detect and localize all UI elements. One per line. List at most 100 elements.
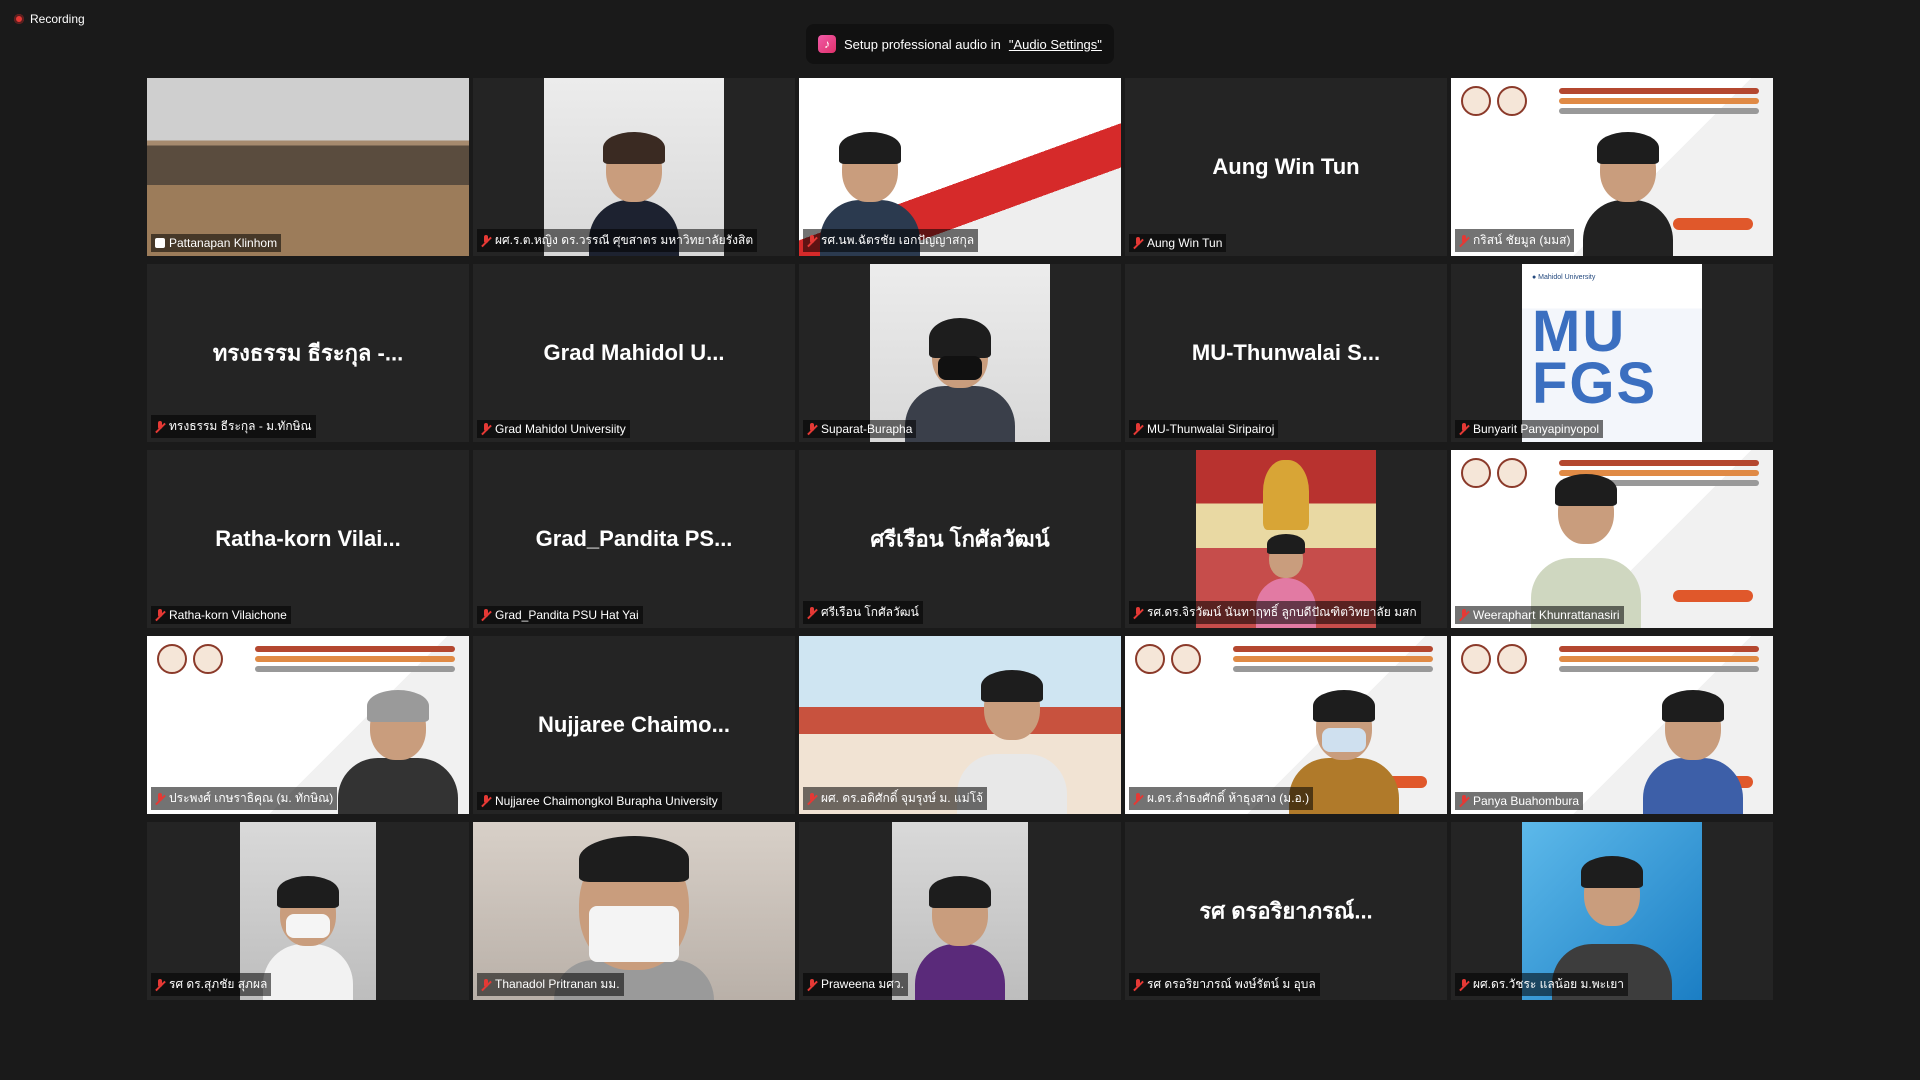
participant-tile[interactable]: Thanadol Pritranan มม. xyxy=(473,822,795,1000)
participant-name: Pattanapan Klinhom xyxy=(169,236,278,250)
participant-name-tag: ผศ. ดร.อดิศักดิ์ จุมรุงษ์ ม. แม่โจ้ xyxy=(803,787,988,810)
participant-name-tag: Thanadol Pritranan มม. xyxy=(477,973,624,996)
mic-muted-icon xyxy=(481,423,491,435)
participant-name: ผศ.ดร.วัชระ แลน้อย ม.พะเยา xyxy=(1473,977,1624,991)
participant-display-name: Ratha-korn Vilai... xyxy=(215,526,401,551)
slide-heading xyxy=(255,646,455,652)
banner-text: Setup professional audio in xyxy=(844,36,1001,52)
participant-tile[interactable]: ● Mahidol University MU FGS Bunyarit Pany… xyxy=(1451,264,1773,442)
slide-url-pill xyxy=(1673,218,1753,230)
record-icon xyxy=(14,14,24,24)
participant-name: กริสน์ ชัยมูล (มมส) xyxy=(1473,233,1571,247)
mic-muted-icon xyxy=(807,792,817,805)
participant-name-tag: รศ ดรอริยาภรณ์ พงษ์รัตน์ ม อุบล xyxy=(1129,973,1320,996)
person-silhouette xyxy=(1642,690,1743,814)
mic-muted-icon xyxy=(1133,606,1143,619)
person-silhouette xyxy=(1583,132,1674,256)
participant-tile[interactable]: ศรีเรือน โกศัลวัฒน์ ศรีเรือน โกศัลวัฒน์ xyxy=(799,450,1121,628)
participant-name-tag: Suparat-Burapha xyxy=(803,420,917,438)
participant-name-tag: ผ.ดร.ลำธงศักดิ์ ห้าธุงสาง (ม.อ.) xyxy=(1129,787,1314,810)
mic-muted-icon xyxy=(1459,423,1469,435)
participant-video xyxy=(1451,636,1773,814)
slide-heading xyxy=(1559,460,1759,466)
participant-tile[interactable]: ประพงศ์ เกษราธิคุณ (ม. ทักษิณ) xyxy=(147,636,469,814)
participant-tile[interactable]: Panya Buahombura xyxy=(1451,636,1773,814)
mic-muted-icon xyxy=(155,978,165,991)
participant-display-name: ทรงธรรม ธีระกุล -... xyxy=(212,340,404,366)
participant-name-tag: Nujjaree Chaimongkol Burapha University xyxy=(477,792,722,810)
participant-tile[interactable]: ผศ.ร.ต.หญิง ดร.วรรณี ศุขสาตร มหาวิทยาลัย… xyxy=(473,78,795,256)
participant-tile[interactable]: Nujjaree Chaimo... Nujjaree Chaimongkol … xyxy=(473,636,795,814)
participant-name-tag: รศ.นพ.ฉัตรชัย เอกปัญญาสกุล xyxy=(803,229,979,252)
participant-video xyxy=(147,78,469,256)
participant-tile[interactable]: ผ.ดร.ลำธงศักดิ์ ห้าธุงสาง (ม.อ.) xyxy=(1125,636,1447,814)
participant-tile[interactable]: Ratha-korn Vilai... Ratha-korn Vilaichon… xyxy=(147,450,469,628)
participant-name-tag: Praweena มศว. xyxy=(803,973,908,996)
person-silhouette xyxy=(915,876,1005,1000)
mic-muted-icon xyxy=(807,234,817,247)
participant-name: Weeraphart Khunrattanasiri xyxy=(1473,608,1620,622)
participant-name: ทรงธรรม ธีระกุล - ม.ทักษิณ xyxy=(169,419,312,433)
mahidol-logo: ● Mahidol University xyxy=(1532,274,1596,281)
music-note-icon: ♪ xyxy=(818,35,836,53)
participant-video xyxy=(870,264,1050,442)
participant-tile[interactable]: ทรงธรรม ธีระกุล -... ทรงธรรม ธีระกุล - ม… xyxy=(147,264,469,442)
participant-display-name: Grad Mahidol U... xyxy=(543,340,725,365)
participant-tile[interactable]: Grad Mahidol U... Grad Mahidol Universii… xyxy=(473,264,795,442)
participant-tile[interactable]: Pattanapan Klinhom xyxy=(147,78,469,256)
participant-tile[interactable]: รศ.ดร.จิรวัฒน์ นันทาฤทธิ์ ลูกบดีปัณฑิตวิ… xyxy=(1125,450,1447,628)
mic-muted-icon xyxy=(807,978,817,991)
mic-muted-icon xyxy=(155,609,165,621)
participant-tile[interactable]: Praweena มศว. xyxy=(799,822,1121,1000)
mic-muted-icon xyxy=(155,792,165,805)
participant-name: ผศ.ร.ต.หญิง ดร.วรรณี ศุขสาตร มหาวิทยาลัย… xyxy=(495,233,754,247)
participant-tile[interactable]: รศ.นพ.ฉัตรชัย เอกปัญญาสกุล xyxy=(799,78,1121,256)
participant-display-name: Aung Win Tun xyxy=(1212,154,1360,179)
participant-tile[interactable]: MU-Thunwalai S... MU-Thunwalai Siripairo… xyxy=(1125,264,1447,442)
participant-name-tag: Aung Win Tun xyxy=(1129,234,1227,252)
mic-muted-icon xyxy=(807,423,817,435)
mic-muted-icon xyxy=(481,609,491,621)
participant-tile[interactable]: Grad_Pandita PS... Grad_Pandita PSU Hat … xyxy=(473,450,795,628)
slide-heading xyxy=(1559,88,1759,94)
mic-muted-icon xyxy=(1133,237,1143,249)
participant-name-tag: ทรงธรรม ธีระกุล - ม.ทักษิณ xyxy=(151,415,316,438)
audio-settings-link[interactable]: "Audio Settings" xyxy=(1009,37,1102,52)
participant-name-tag: ผศ.ร.ต.หญิง ดร.วรรณี ศุขสาตร มหาวิทยาลัย… xyxy=(477,229,758,252)
participant-tile[interactable]: Weeraphart Khunrattanasiri xyxy=(1451,450,1773,628)
participant-display-name: Nujjaree Chaimo... xyxy=(538,712,730,737)
person-silhouette xyxy=(338,690,459,814)
participant-name: Bunyarit Panyapinyopol xyxy=(1473,422,1600,436)
mic-muted-icon xyxy=(807,606,817,619)
participant-name-tag: ศรีเรือน โกศัลวัฒน์ xyxy=(803,601,923,624)
participant-name-tag: กริสน์ ชัยมูล (มมส) xyxy=(1455,229,1575,252)
participant-name-tag: ผศ.ดร.วัชระ แลน้อย ม.พะเยา xyxy=(1455,973,1628,996)
mu-fgs-logo-text: MU FGS xyxy=(1532,299,1658,416)
mic-muted-icon xyxy=(481,234,491,247)
participant-tile[interactable]: Aung Win Tun Aung Win Tun xyxy=(1125,78,1447,256)
mic-muted-icon xyxy=(1133,423,1143,435)
mic-muted-icon xyxy=(1459,795,1469,807)
participant-name: Praweena มศว. xyxy=(821,977,904,991)
participant-name: Grad Mahidol Universiity xyxy=(495,422,626,436)
recording-indicator[interactable]: Recording xyxy=(14,12,85,26)
audio-settings-banner: ♪ Setup professional audio in "Audio Set… xyxy=(806,24,1114,64)
participant-name-tag: Weeraphart Khunrattanasiri xyxy=(1455,606,1624,624)
recording-label: Recording xyxy=(30,12,85,26)
participant-tile[interactable]: ผศ. ดร.อดิศักดิ์ จุมรุงษ์ ม. แม่โจ้ xyxy=(799,636,1121,814)
participant-tile[interactable]: กริสน์ ชัยมูล (มมส) xyxy=(1451,78,1773,256)
buddha-statue xyxy=(1263,460,1309,530)
participant-tile[interactable]: Suparat-Burapha xyxy=(799,264,1121,442)
participant-name: Aung Win Tun xyxy=(1147,236,1223,250)
conference-logos xyxy=(1461,86,1527,116)
slide-heading xyxy=(1559,646,1759,652)
participant-name: รศ ดรอริยาภรณ์ พงษ์รัตน์ ม อุบล xyxy=(1147,977,1316,991)
participant-name: ประพงศ์ เกษราธิคุณ (ม. ทักษิณ) xyxy=(169,791,334,805)
participant-tile[interactable]: ผศ.ดร.วัชระ แลน้อย ม.พะเยา xyxy=(1451,822,1773,1000)
participant-name-tag: รศ ดร.สุภชัย สุภผล xyxy=(151,973,272,996)
conference-logos xyxy=(157,644,223,674)
participant-tile[interactable]: รศ ดรอริยาภรณ์... รศ ดรอริยาภรณ์ พงษ์รัต… xyxy=(1125,822,1447,1000)
participant-name-tag: Pattanapan Klinhom xyxy=(151,234,282,252)
participant-name-tag: รศ.ดร.จิรวัฒน์ นันทาฤทธิ์ ลูกบดีปัณฑิตวิ… xyxy=(1129,601,1421,624)
participant-tile[interactable]: รศ ดร.สุภชัย สุภผล xyxy=(147,822,469,1000)
